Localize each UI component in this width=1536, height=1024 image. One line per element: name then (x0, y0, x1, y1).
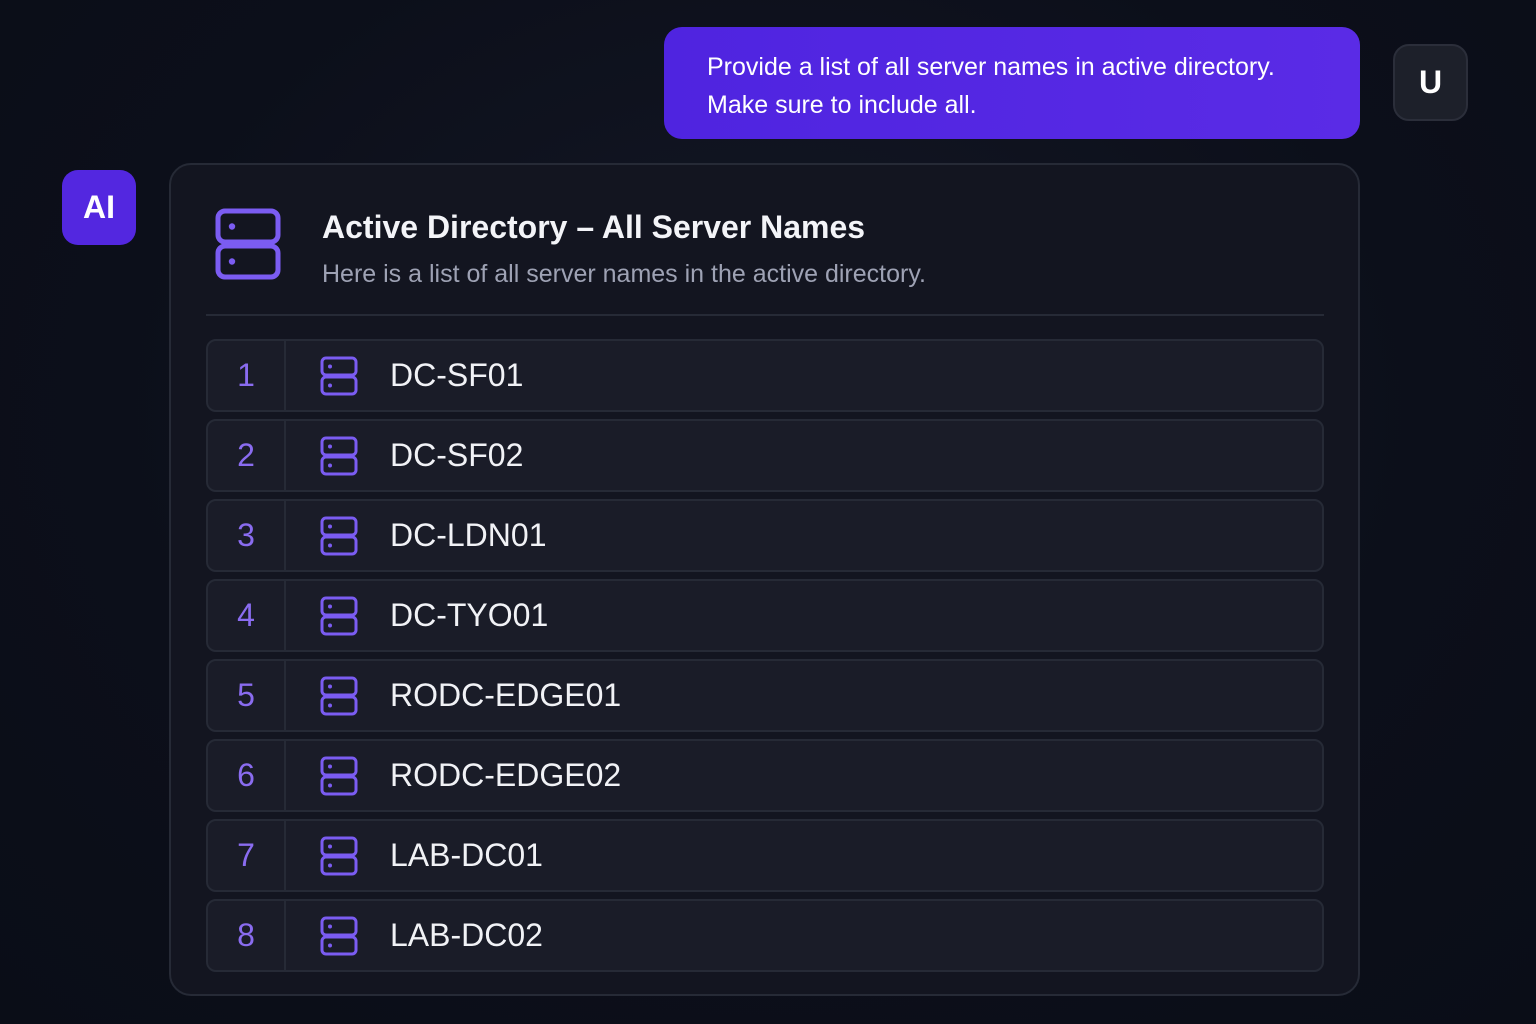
server-icon (320, 516, 358, 555)
server-icon (320, 836, 358, 875)
server-icon (215, 208, 281, 280)
card-title: Active Directory – All Server Names (322, 209, 866, 245)
server-row: 1 DC-SF01 (206, 339, 1324, 412)
user-avatar: U (1393, 44, 1468, 121)
server-index: 4 (208, 581, 286, 650)
chat-page: Provide a list of all server names in ac… (0, 0, 1536, 1024)
server-name: DC-TYO01 (390, 597, 549, 633)
card-subtitle: Here is a list of all server names in th… (322, 260, 926, 288)
server-index: 5 (208, 661, 286, 730)
user-message-bubble: Provide a list of all server names in ac… (664, 27, 1360, 139)
server-icon (320, 756, 358, 795)
server-row: 7 LAB-DC01 (206, 819, 1324, 892)
server-icon (320, 916, 358, 955)
server-name: RODC-EDGE02 (390, 757, 622, 793)
server-list-card: Active Directory – All Server Names Here… (169, 163, 1360, 996)
server-index: 6 (208, 741, 286, 810)
server-icon (320, 356, 358, 395)
server-name: RODC-EDGE01 (390, 677, 622, 713)
server-index: 2 (208, 421, 286, 490)
server-name: LAB-DC02 (390, 917, 543, 953)
ai-avatar: AI (62, 170, 136, 245)
server-name: DC-SF01 (390, 357, 524, 393)
server-row: 6 RODC-EDGE02 (206, 739, 1324, 812)
server-name: DC-LDN01 (390, 517, 547, 553)
user-message-line-2: Make sure to include all. (707, 91, 977, 119)
server-list: 1 DC-SF01 2 DC-SF02 3 DC-LDN01 4 DC-TYO0… (206, 339, 1324, 979)
server-index: 3 (208, 501, 286, 570)
server-name: DC-SF02 (390, 437, 524, 473)
server-row: 5 RODC-EDGE01 (206, 659, 1324, 732)
server-icon (320, 596, 358, 635)
server-index: 8 (208, 901, 286, 970)
server-icon (320, 436, 358, 475)
user-message-line-1: Provide a list of all server names in ac… (707, 53, 1275, 81)
server-row: 2 DC-SF02 (206, 419, 1324, 492)
server-index: 1 (208, 341, 286, 410)
divider (206, 314, 1324, 316)
server-icon (320, 676, 358, 715)
server-name: LAB-DC01 (390, 837, 543, 873)
server-row: 8 LAB-DC02 (206, 899, 1324, 972)
server-index: 7 (208, 821, 286, 890)
server-row: 4 DC-TYO01 (206, 579, 1324, 652)
server-row: 3 DC-LDN01 (206, 499, 1324, 572)
